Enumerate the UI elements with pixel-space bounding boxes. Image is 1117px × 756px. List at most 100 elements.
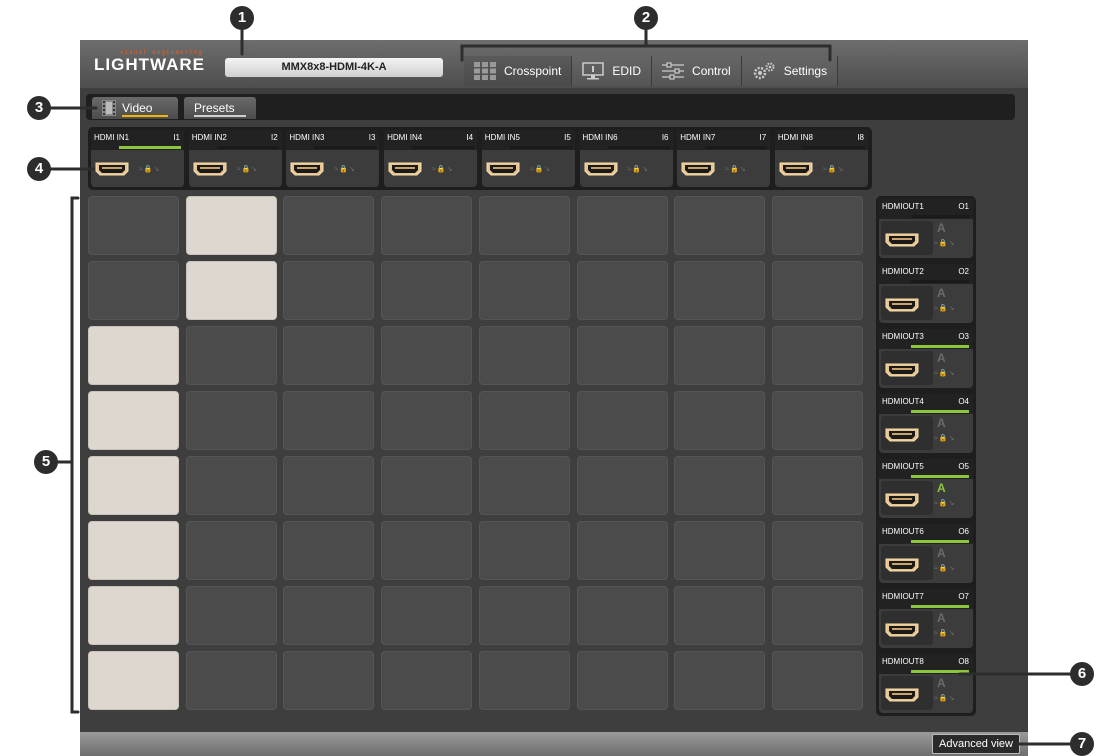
input-port-4[interactable]: HDMI IN4 I4 ≈🔒↘ [384, 130, 478, 187]
input-port-7[interactable]: HDMI IN7 I7 ≈🔒↘ [677, 130, 771, 187]
input-port-name: HDMI IN5 [484, 133, 520, 142]
crosspoint-cell-o4-i5[interactable] [478, 391, 570, 450]
tab-edid[interactable]: EDID [572, 56, 653, 86]
crosspoint-cell-o4-i7[interactable] [674, 391, 766, 450]
input-port-name: HDMI IN3 [289, 133, 325, 142]
crosspoint-cell-o2-i7[interactable] [674, 261, 766, 320]
signal-present-bar [911, 345, 969, 348]
subtab-presets[interactable]: Presets [184, 97, 256, 119]
crosspoint-cell-o7-i5[interactable] [478, 586, 570, 645]
advanced-view-button[interactable]: Advanced view [932, 734, 1020, 754]
crosspoint-cell-o1-i7[interactable] [674, 196, 766, 255]
crosspoint-cell-o4-i8[interactable] [771, 391, 863, 450]
crosspoint-cell-o3-i2[interactable] [185, 326, 277, 385]
crosspoint-cell-o6-i6[interactable] [576, 521, 668, 580]
crosspoint-cell-o7-i7[interactable] [674, 586, 766, 645]
crosspoint-cell-o3-i3[interactable] [283, 326, 375, 385]
output-port-4[interactable]: HDMIOUT4 O4 A ≈🔒↘ [879, 394, 973, 453]
subtab-video[interactable]: Video [92, 97, 178, 119]
crosspoint-cell-o7-i1[interactable] [88, 586, 179, 645]
crosspoint-cell-o5-i7[interactable] [674, 456, 766, 515]
crosspoint-cell-o7-i2[interactable] [185, 586, 277, 645]
audio-indicator: A [937, 221, 946, 235]
audio-indicator: A [937, 416, 946, 430]
output-port-name: HDMIOUT1 [882, 202, 924, 211]
crosspoint-cell-o4-i6[interactable] [576, 391, 668, 450]
crosspoint-cell-o5-i5[interactable] [478, 456, 570, 515]
crosspoint-cell-o3-i7[interactable] [674, 326, 766, 385]
crosspoint-cell-o1-i2[interactable] [185, 196, 277, 255]
output-port-6[interactable]: HDMIOUT6 O6 A ≈🔒↘ [879, 524, 973, 583]
crosspoint-cell-o2-i3[interactable] [283, 261, 375, 320]
crosspoint-cell-o6-i8[interactable] [771, 521, 863, 580]
input-port-5[interactable]: HDMI IN5 I5 ≈🔒↘ [481, 130, 575, 187]
crosspoint-cell-o7-i4[interactable] [381, 586, 473, 645]
output-port-1[interactable]: HDMIOUT1 O1 A ≈🔒↘ [879, 199, 973, 258]
input-port-1[interactable]: HDMI IN1 I1 ≈🔒↘ [91, 130, 184, 187]
crosspoint-cell-o5-i6[interactable] [576, 456, 668, 515]
crosspoint-cell-o4-i1[interactable] [88, 391, 179, 450]
crosspoint-cell-o6-i2[interactable] [185, 521, 277, 580]
crosspoint-cell-o8-i8[interactable] [771, 651, 863, 710]
crosspoint-cell-o8-i5[interactable] [478, 651, 570, 710]
crosspoint-cell-o2-i1[interactable] [88, 261, 179, 320]
crosspoint-cell-o3-i1[interactable] [88, 326, 179, 385]
crosspoint-cell-o2-i6[interactable] [576, 261, 668, 320]
crosspoint-cell-o3-i5[interactable] [478, 326, 570, 385]
input-port-6[interactable]: HDMI IN6 I6 ≈🔒↘ [579, 130, 673, 187]
signal-present-bar [314, 146, 377, 149]
tab-crosspoint[interactable]: Crosspoint [464, 56, 573, 86]
tab-control[interactable]: Control [652, 56, 742, 86]
hdmi-connector-icon [779, 162, 813, 176]
crosspoint-cell-o7-i6[interactable] [576, 586, 668, 645]
crosspoint-cell-o3-i4[interactable] [381, 326, 473, 385]
crosspoint-cell-o8-i6[interactable] [576, 651, 668, 710]
output-port-7[interactable]: HDMIOUT7 O7 A ≈🔒↘ [879, 589, 973, 648]
crosspoint-cell-o1-i4[interactable] [381, 196, 473, 255]
crosspoint-cell-o6-i3[interactable] [283, 521, 375, 580]
signal-present-bar [412, 146, 475, 149]
crosspoint-cell-o8-i4[interactable] [381, 651, 473, 710]
crosspoint-cell-o8-i1[interactable] [88, 651, 179, 710]
crosspoint-cell-o4-i2[interactable] [185, 391, 277, 450]
output-port-3[interactable]: HDMIOUT3 O3 A ≈🔒↘ [879, 329, 973, 388]
crosspoint-cell-o6-i5[interactable] [478, 521, 570, 580]
input-port-8[interactable]: HDMI IN8 I8 ≈🔒↘ [774, 130, 868, 187]
crosspoint-cell-o1-i3[interactable] [283, 196, 375, 255]
crosspoint-cell-o1-i5[interactable] [478, 196, 570, 255]
lock-icon: 🔒 [938, 500, 949, 507]
crosspoint-cell-o6-i7[interactable] [674, 521, 766, 580]
crosspoint-cell-o5-i3[interactable] [283, 456, 375, 515]
crosspoint-cell-o7-i3[interactable] [283, 586, 375, 645]
crosspoint-cell-o3-i8[interactable] [771, 326, 863, 385]
crosspoint-cell-o5-i1[interactable] [88, 456, 179, 515]
crosspoint-cell-o5-i2[interactable] [185, 456, 277, 515]
output-port-8[interactable]: HDMIOUT8 O8 A ≈🔒↘ [879, 654, 973, 713]
crosspoint-cell-o6-i1[interactable] [88, 521, 179, 580]
crosspoint-cell-o2-i4[interactable] [381, 261, 473, 320]
crosspoint-cell-o1-i6[interactable] [576, 196, 668, 255]
status-icons: ≈🔒↘ [725, 166, 747, 173]
output-port-5[interactable]: HDMIOUT5 O5 A ≈🔒↘ [879, 459, 973, 518]
crosspoint-cell-o4-i4[interactable] [381, 391, 473, 450]
crosspoint-cell-o2-i8[interactable] [771, 261, 863, 320]
crosspoint-cell-o7-i8[interactable] [771, 586, 863, 645]
crosspoint-cell-o8-i2[interactable] [185, 651, 277, 710]
input-port-2[interactable]: HDMI IN2 I2 ≈🔒↘ [188, 130, 282, 187]
crosspoint-cell-o8-i3[interactable] [283, 651, 375, 710]
signal-present-bar [911, 280, 969, 283]
crosspoint-cell-o2-i2[interactable] [185, 261, 277, 320]
input-port-3[interactable]: HDMI IN3 I3 ≈🔒↘ [286, 130, 380, 187]
crosspoint-cell-o3-i6[interactable] [576, 326, 668, 385]
crosspoint-cell-o4-i3[interactable] [283, 391, 375, 450]
signal-present-bar [216, 146, 279, 149]
crosspoint-cell-o5-i8[interactable] [771, 456, 863, 515]
tab-settings[interactable]: Settings [741, 56, 839, 86]
crosspoint-cell-o1-i8[interactable] [771, 196, 863, 255]
output-port-2[interactable]: HDMIOUT2 O2 A ≈🔒↘ [879, 264, 973, 323]
crosspoint-cell-o6-i4[interactable] [381, 521, 473, 580]
crosspoint-cell-o1-i1[interactable] [88, 196, 179, 255]
crosspoint-cell-o2-i5[interactable] [478, 261, 570, 320]
crosspoint-cell-o5-i4[interactable] [381, 456, 473, 515]
crosspoint-cell-o8-i7[interactable] [674, 651, 766, 710]
